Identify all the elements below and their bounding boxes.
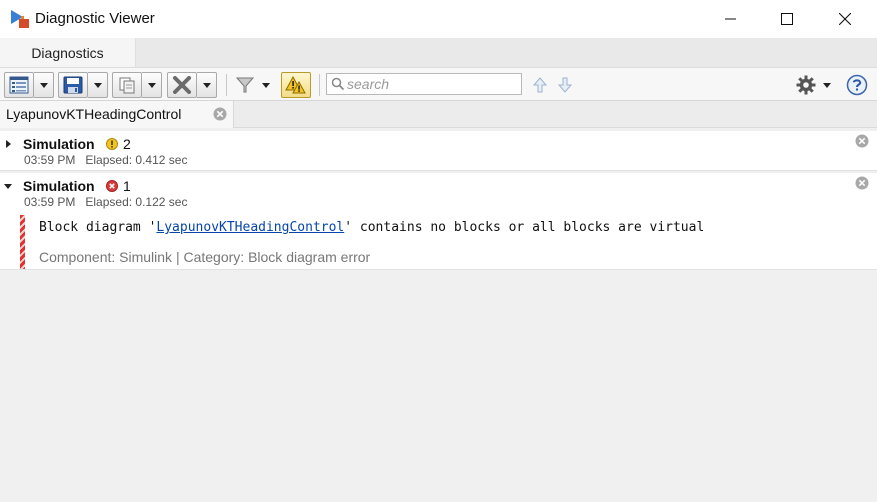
run-time: 03:59 PM <box>24 153 76 167</box>
list-view-icon <box>9 76 29 94</box>
gear-icon <box>796 75 816 95</box>
view-mode-dropdown[interactable] <box>34 72 54 98</box>
copy-button[interactable] <box>112 72 142 98</box>
search-icon <box>331 77 345 91</box>
model-tab-strip: LyapunovKTHeadingControl <box>0 101 877 128</box>
warning-icon <box>106 138 118 150</box>
previous-result-button[interactable] <box>531 72 549 98</box>
error-message: Block diagram 'LyapunovKTHeadingControl'… <box>39 220 704 235</box>
warning-count: 2 <box>123 136 131 152</box>
title-bar: Diagnostic Viewer <box>0 0 877 38</box>
toolbar-separator <box>226 74 227 96</box>
close-icon <box>839 13 851 25</box>
simulation-run-errors[interactable]: Simulation 1 03:59 PM Elapsed: 0.122 sec … <box>0 173 877 270</box>
expand-arrow-icon[interactable] <box>6 140 11 148</box>
chevron-down-icon <box>93 82 102 88</box>
copy-icon <box>119 77 135 94</box>
clear-button[interactable] <box>167 72 197 98</box>
run-meta: 03:59 PM Elapsed: 0.412 sec <box>24 153 187 167</box>
tab-diagnostics[interactable]: Diagnostics <box>0 38 136 67</box>
help-button[interactable] <box>845 72 869 98</box>
chevron-down-icon <box>262 82 270 88</box>
run-time: 03:59 PM <box>24 195 76 209</box>
save-button[interactable] <box>58 72 88 98</box>
next-result-button[interactable] <box>556 72 574 98</box>
collapse-arrow-icon[interactable] <box>4 184 12 189</box>
run-title: Simulation <box>23 178 95 194</box>
minimize-icon <box>725 18 736 20</box>
chevron-down-icon <box>823 82 831 88</box>
error-count: 1 <box>123 178 131 194</box>
chevron-down-icon <box>147 82 156 88</box>
dismiss-run-icon[interactable] <box>855 176 869 190</box>
search-input[interactable] <box>347 75 517 93</box>
warning-icon <box>285 75 306 94</box>
toolbar <box>0 67 877 101</box>
view-mode-button[interactable] <box>4 72 34 98</box>
ribbon-tab-strip: Diagnostics <box>0 38 877 67</box>
run-elapsed: Elapsed: 0.122 sec <box>85 195 188 209</box>
close-window-button[interactable] <box>822 0 868 38</box>
error-severity-stripe <box>20 215 25 269</box>
filter-icon <box>235 77 255 93</box>
run-meta: 03:59 PM Elapsed: 0.122 sec <box>24 195 187 209</box>
help-icon <box>846 74 868 96</box>
chevron-down-icon <box>39 82 48 88</box>
save-icon <box>63 76 83 94</box>
error-component-category: Component: Simulink | Category: Block di… <box>39 249 371 265</box>
maximize-icon <box>781 13 793 25</box>
clear-dropdown[interactable] <box>197 72 217 98</box>
settings-button[interactable] <box>794 72 818 98</box>
diagnostic-viewer-app-icon <box>10 8 32 30</box>
search-box[interactable] <box>326 73 522 95</box>
arrow-up-icon <box>533 77 547 93</box>
error-message-prefix: Block diagram ' <box>39 220 157 235</box>
error-message-suffix: ' contains no blocks or all blocks are v… <box>344 220 705 235</box>
toolbar-separator <box>319 74 320 96</box>
close-tab-icon[interactable] <box>213 107 227 121</box>
chevron-down-icon <box>202 82 211 88</box>
delete-icon <box>173 76 191 94</box>
model-tab-label: LyapunovKTHeadingControl <box>6 106 182 122</box>
run-elapsed: Elapsed: 0.412 sec <box>85 153 188 167</box>
dismiss-run-icon[interactable] <box>855 134 869 148</box>
warnings-toggle-button[interactable] <box>281 72 311 98</box>
run-title: Simulation <box>23 136 95 152</box>
copy-dropdown[interactable] <box>142 72 162 98</box>
simulation-run-warnings[interactable]: Simulation 2 03:59 PM Elapsed: 0.412 sec <box>0 131 877 171</box>
window-title: Diagnostic Viewer <box>35 10 155 27</box>
filter-button[interactable] <box>233 72 257 98</box>
maximize-button[interactable] <box>764 0 810 38</box>
model-link[interactable]: LyapunovKTHeadingControl <box>156 220 344 235</box>
settings-dropdown[interactable] <box>820 72 834 98</box>
minimize-button[interactable] <box>708 0 754 38</box>
error-icon <box>106 180 118 192</box>
tab-model[interactable]: LyapunovKTHeadingControl <box>0 101 234 128</box>
arrow-down-icon <box>558 77 572 93</box>
save-dropdown[interactable] <box>88 72 108 98</box>
tab-strip-filler <box>136 38 877 67</box>
diagnostics-list: Simulation 2 03:59 PM Elapsed: 0.412 sec … <box>0 128 877 502</box>
filter-dropdown[interactable] <box>259 72 273 98</box>
